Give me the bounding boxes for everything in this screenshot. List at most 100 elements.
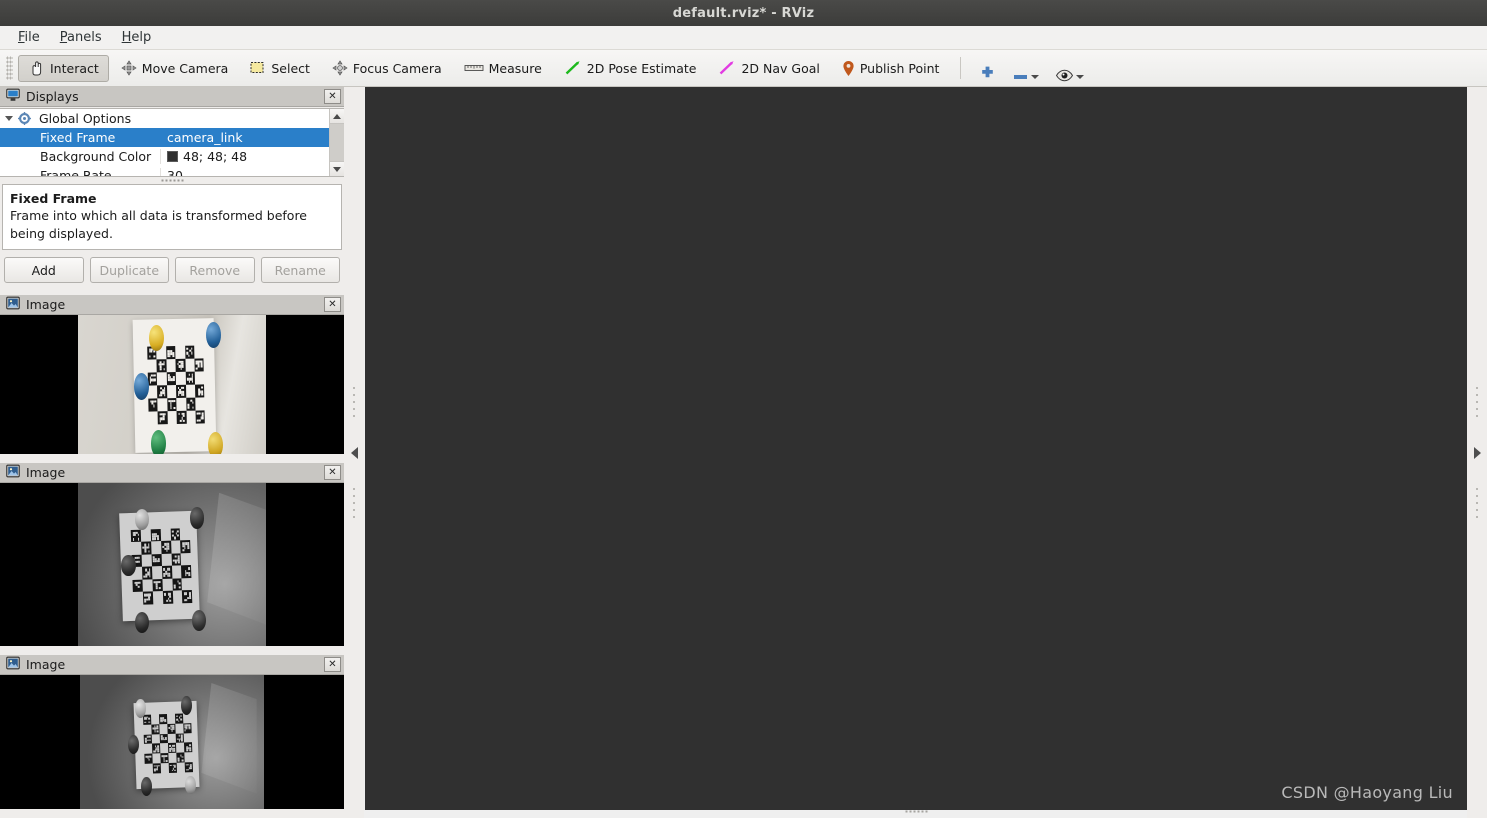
hand-cursor-icon — [28, 60, 45, 77]
image-icon — [6, 655, 20, 674]
marker-ball — [127, 735, 139, 755]
tree-value[interactable]: camera_link — [160, 130, 329, 145]
chevron-down-icon[interactable] — [1076, 74, 1085, 79]
displays-panel: Displays ✕ Global Options Fixed Frame ca… — [0, 87, 344, 292]
scrollbar-thumb[interactable] — [330, 124, 344, 161]
menu-panels[interactable]: Panels — [50, 28, 112, 47]
image-panel-2-view[interactable] — [0, 483, 344, 646]
tool-select-label: Select — [271, 60, 310, 76]
board-cell — [194, 371, 204, 384]
image-panel-1-title: Image — [26, 297, 66, 312]
tool-measure[interactable]: Measure — [454, 55, 552, 82]
viewport-bottom-splitter[interactable] — [365, 808, 1467, 814]
marker-ball — [151, 430, 167, 454]
board-cell — [180, 540, 192, 553]
add-tool-button[interactable] — [972, 55, 1003, 82]
board-cell — [147, 397, 158, 412]
chevron-down-icon[interactable] — [0, 116, 18, 121]
rename-button: Rename — [260, 257, 340, 283]
tool-focus-camera[interactable]: Focus Camera — [322, 55, 452, 82]
eye-icon — [1055, 69, 1074, 82]
board-cell — [181, 528, 191, 541]
ruler-icon — [464, 62, 484, 74]
collapse-left-icon[interactable] — [350, 446, 358, 459]
tree-row-background-color[interactable]: Background Color 48; 48; 48 — [0, 147, 329, 166]
gear-icon — [18, 112, 31, 125]
board-cell — [195, 397, 205, 410]
menu-file[interactable]: FFileile — [8, 28, 50, 47]
scroll-up-icon[interactable] — [330, 109, 344, 124]
displays-tree-scrollbar[interactable] — [329, 109, 344, 176]
close-icon[interactable]: ✕ — [324, 657, 341, 672]
board-cell — [166, 384, 176, 397]
board-cell — [186, 410, 196, 423]
tree-row[interactable]: Global Options — [0, 109, 329, 128]
board-cell — [147, 359, 157, 372]
board-cell — [166, 359, 176, 372]
board-cell — [176, 397, 186, 410]
tree-value[interactable]: 30 — [160, 168, 329, 176]
tool-focus-camera-label: Focus Camera — [352, 60, 442, 76]
tree-row-frame-rate[interactable]: Frame Rate 30 — [0, 166, 329, 176]
handle-dots — [1476, 488, 1478, 518]
toolbar-grip[interactable] — [6, 56, 13, 80]
tool-move-camera[interactable]: Move Camera — [111, 55, 239, 82]
magenta-arrow-icon — [718, 60, 736, 76]
help-text: Frame into which all data is transformed… — [10, 208, 307, 241]
color-swatch[interactable] — [167, 151, 178, 162]
close-icon[interactable]: ✕ — [324, 465, 341, 480]
board-cell — [183, 722, 192, 733]
image-panel-3-view[interactable] — [0, 675, 344, 809]
window-title: default.rviz* - RViz — [672, 5, 815, 21]
displays-splitter[interactable] — [0, 177, 344, 184]
displays-tree[interactable]: Global Options Fixed Frame camera_link B… — [0, 108, 344, 177]
menu-help[interactable]: Help — [112, 28, 162, 47]
tool-2d-nav-goal[interactable]: 2D Nav Goal — [708, 55, 829, 82]
board-cell — [181, 565, 193, 578]
select-rect-icon — [250, 61, 266, 75]
close-icon[interactable]: ✕ — [324, 89, 341, 104]
board-cell — [184, 345, 194, 359]
tool-select[interactable]: Select — [240, 55, 320, 82]
tool-publish-point[interactable]: Publish Point — [832, 55, 950, 82]
close-icon[interactable]: ✕ — [324, 297, 341, 312]
image-panel-2: Image ✕ — [0, 463, 344, 646]
charuco-board — [146, 345, 205, 424]
tree-key: Global Options — [39, 111, 132, 126]
handle-dots — [353, 488, 355, 518]
board-cell — [193, 357, 204, 372]
image-panel-3-title: Image — [26, 657, 66, 672]
scroll-down-icon[interactable] — [330, 161, 344, 176]
marker-ball — [207, 431, 223, 454]
tool-2d-pose-estimate[interactable]: 2D Pose Estimate — [554, 55, 707, 82]
chevron-down-icon[interactable] — [1031, 74, 1040, 79]
board-cell — [166, 397, 177, 411]
left-dock-collapse-handle[interactable] — [344, 87, 364, 818]
board-cell — [167, 410, 177, 423]
board-cell — [185, 752, 193, 762]
render-viewport-3d[interactable]: CSDN @Haoyang Liu — [365, 87, 1467, 810]
board-cell — [185, 358, 195, 371]
tool-2d-nav-goal-label: 2D Nav Goal — [741, 60, 820, 76]
board-cell — [182, 590, 194, 603]
tree-value-wrap[interactable]: 48; 48; 48 — [160, 149, 329, 164]
visibility-button[interactable] — [1048, 55, 1091, 82]
expand-right-icon[interactable] — [1473, 446, 1481, 459]
green-arrow-icon — [564, 60, 582, 76]
camera-ir2-scene — [80, 675, 264, 809]
displays-panel-title: Displays — [26, 89, 79, 104]
tree-key: Background Color — [40, 149, 152, 164]
board-cell — [184, 742, 193, 753]
minus-icon — [1012, 72, 1029, 82]
board-cell — [184, 371, 195, 385]
tree-key: Frame Rate — [40, 168, 112, 176]
tree-row-fixed-frame[interactable]: Fixed Frame camera_link — [0, 128, 329, 147]
tool-interact[interactable]: Interact — [18, 54, 109, 82]
remove-tool-button[interactable] — [1005, 55, 1046, 82]
image-panel-2-header: Image ✕ — [0, 463, 344, 483]
board-cell — [185, 384, 195, 397]
add-button[interactable]: Add — [4, 257, 84, 283]
right-dock-expand-handle[interactable] — [1467, 87, 1487, 818]
main-toolbar: Interact Move Camera Select Focus Camera… — [0, 50, 1487, 87]
image-panel-1-view[interactable] — [0, 315, 344, 454]
